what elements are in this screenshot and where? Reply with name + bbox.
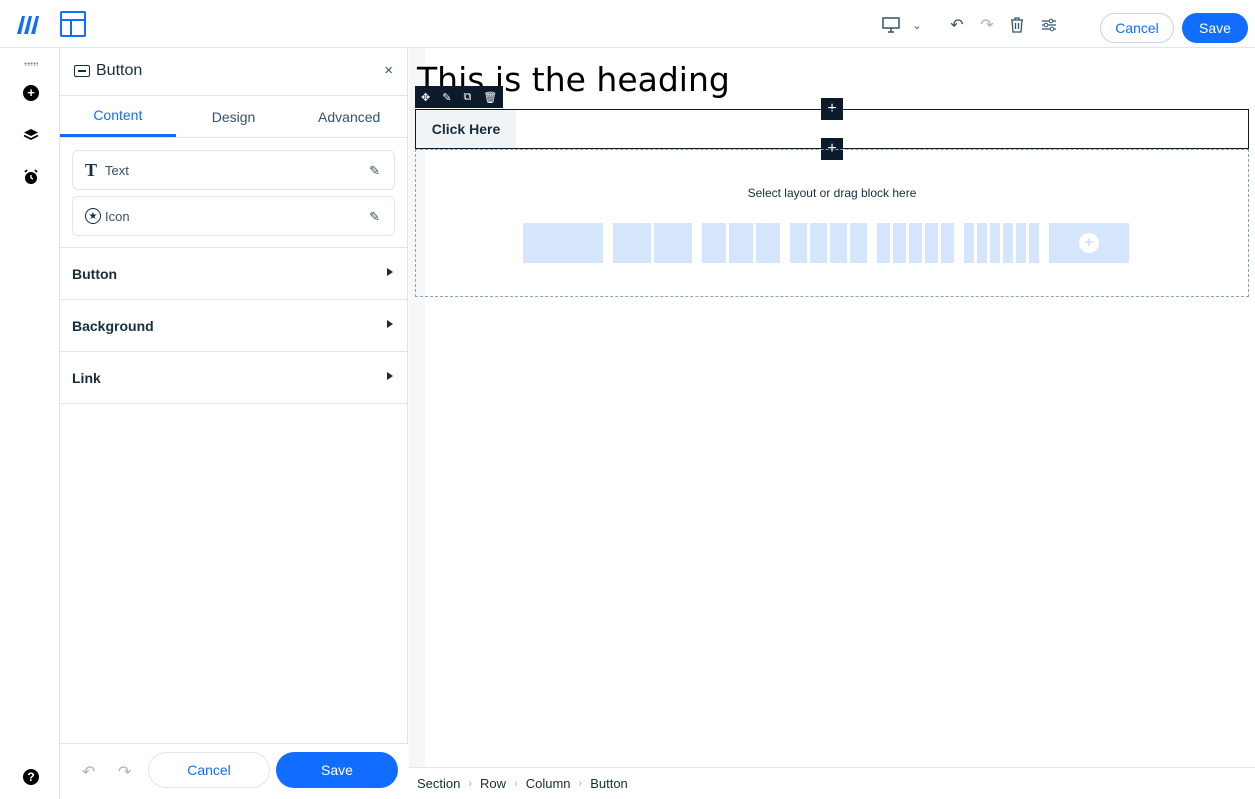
layout-5-columns[interactable] — [877, 223, 954, 263]
panel-save-button[interactable]: Save — [276, 752, 398, 788]
canvas-button[interactable]: Click Here — [416, 110, 516, 148]
layout-drop-zone[interactable]: Select layout or drag block here + — [415, 149, 1249, 297]
layout-4-columns[interactable] — [790, 223, 867, 263]
properties-panel: Button × Content Design Advanced T Text … — [60, 48, 408, 799]
custom-layout-button[interactable]: + — [1049, 223, 1129, 263]
drop-zone-text: Select layout or drag block here — [747, 186, 917, 200]
undo-icon[interactable]: ↶ — [82, 762, 95, 782]
alarm-clock-icon[interactable] — [22, 168, 40, 186]
help-icon[interactable]: ? — [22, 768, 40, 786]
panel-header: Button × — [60, 48, 407, 96]
chevron-right-icon: › — [514, 777, 518, 790]
drag-handle-icon[interactable] — [24, 62, 38, 66]
top-bar: ⌄ ↶ ↷ Cancel Save — [0, 0, 1255, 48]
plus-circle-icon: + — [1079, 233, 1099, 253]
panel-footer: ↶ ↷ Cancel Save — [60, 743, 408, 799]
divider — [60, 236, 407, 248]
accordion-link[interactable]: Link — [60, 352, 407, 404]
accordion-label: Background — [72, 317, 154, 334]
close-icon[interactable]: × — [384, 62, 393, 79]
caret-right-icon — [387, 372, 393, 380]
icon-field-row[interactable]: ★ Icon ✎ — [72, 196, 395, 236]
pencil-icon[interactable]: ✎ — [369, 163, 380, 179]
add-element-icon[interactable]: + — [22, 84, 40, 102]
editor-canvas: This is the heading ✥ ✎ ⧉ 🗑︎ + Click Her… — [409, 48, 1255, 799]
text-field-row[interactable]: T Text ✎ — [72, 150, 395, 190]
panel-title: Button — [74, 62, 142, 80]
layout-3-columns[interactable] — [702, 223, 780, 263]
move-icon[interactable]: ✥ — [421, 91, 430, 104]
icon-field-label: Icon — [105, 208, 130, 224]
accordion-label: Button — [72, 265, 118, 282]
brand-logo[interactable] — [16, 12, 40, 36]
accordion-button[interactable]: Button — [60, 248, 407, 300]
accordion-label: Link — [72, 369, 101, 386]
tab-content[interactable]: Content — [60, 96, 176, 137]
pencil-icon[interactable]: ✎ — [369, 209, 380, 225]
left-rail: + ? — [0, 48, 60, 799]
breadcrumb-column[interactable]: Column — [526, 776, 571, 791]
breadcrumb: Section › Row › Column › Button — [409, 767, 1255, 799]
tab-advanced[interactable]: Advanced — [291, 96, 407, 137]
redo-icon[interactable]: ↷ — [118, 762, 131, 782]
settings-sliders-icon[interactable] — [1038, 14, 1060, 36]
breadcrumb-row[interactable]: Row — [480, 776, 506, 791]
trash-icon[interactable] — [1006, 14, 1028, 36]
save-button[interactable]: Save — [1182, 13, 1248, 43]
panel-cancel-button[interactable]: Cancel — [148, 752, 270, 788]
layout-6-columns[interactable] — [964, 223, 1039, 263]
duplicate-icon[interactable]: ⧉ — [463, 91, 471, 104]
layout-options: + — [523, 223, 1129, 263]
caret-right-icon — [387, 320, 393, 328]
caret-right-icon — [387, 268, 393, 276]
desktop-device-icon[interactable] — [880, 14, 902, 36]
tab-design[interactable]: Design — [176, 96, 292, 137]
panel-tabs: Content Design Advanced — [60, 96, 407, 138]
breadcrumb-section[interactable]: Section — [417, 776, 460, 791]
layers-icon[interactable] — [22, 126, 40, 144]
panel-title-text: Button — [96, 62, 143, 79]
layout-icon[interactable] — [60, 11, 86, 37]
pencil-icon[interactable]: ✎ — [442, 91, 451, 104]
chevron-right-icon: › — [578, 777, 583, 790]
layout-1-column[interactable] — [523, 223, 603, 263]
undo-icon[interactable]: ↶ — [946, 14, 968, 36]
trash-icon[interactable]: 🗑︎ — [483, 91, 497, 104]
text-field-label: Text — [105, 162, 129, 178]
cancel-button[interactable]: Cancel — [1100, 13, 1174, 43]
text-icon: T — [85, 159, 98, 180]
breadcrumb-button[interactable]: Button — [590, 776, 628, 791]
element-toolbar: ✥ ✎ ⧉ 🗑︎ — [415, 86, 503, 108]
chevron-down-icon[interactable]: ⌄ — [906, 14, 928, 36]
star-icon: ★ — [85, 208, 101, 224]
redo-icon[interactable]: ↷ — [976, 14, 998, 36]
button-element-icon — [74, 65, 90, 77]
layout-2-columns[interactable] — [613, 223, 692, 263]
accordion-background[interactable]: Background — [60, 300, 407, 352]
chevron-right-icon: › — [468, 777, 473, 790]
